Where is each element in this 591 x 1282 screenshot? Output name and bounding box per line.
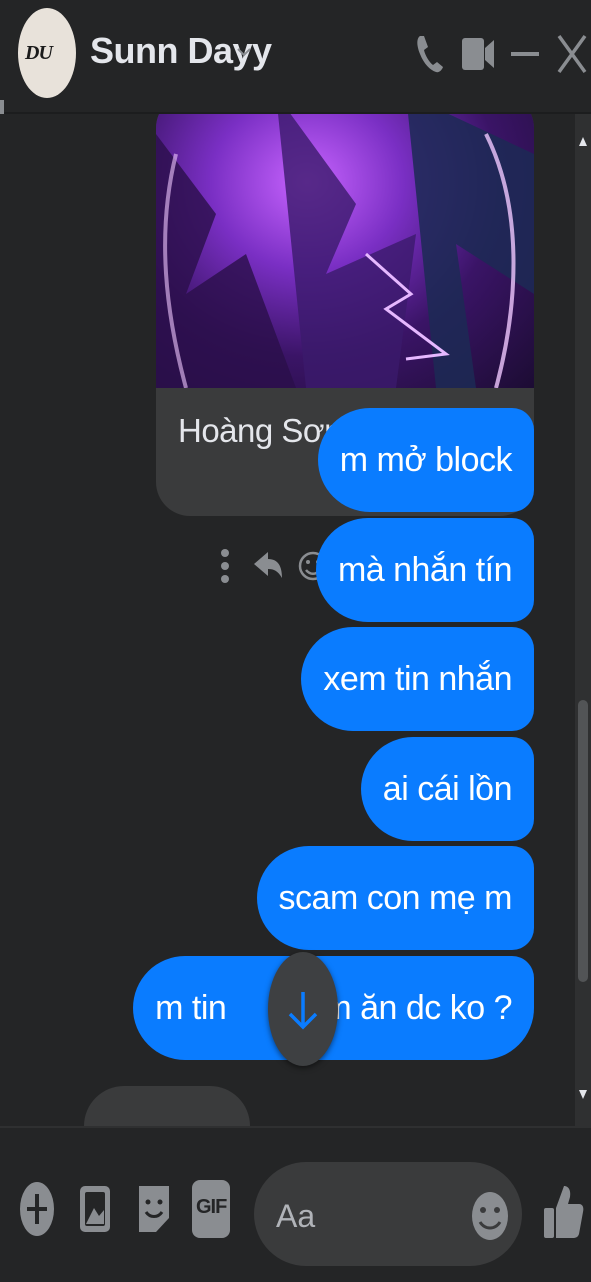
message-input[interactable]: Aa xyxy=(254,1162,522,1266)
message-input-placeholder: Aa xyxy=(276,1198,316,1234)
message-bubble[interactable]: mà nhắn tín xyxy=(315,518,534,622)
avatar[interactable]: DU xyxy=(18,8,76,98)
arrow-down-icon xyxy=(288,992,318,1030)
chevron-down-icon[interactable] xyxy=(236,44,252,60)
message-bubble[interactable]: xem tin nhắn xyxy=(301,627,534,731)
scroll-to-bottom-button[interactable] xyxy=(268,952,338,1066)
close-icon[interactable] xyxy=(556,32,588,76)
composer: GIF Aa xyxy=(0,1126,591,1282)
gif-button[interactable]: GIF xyxy=(192,1180,230,1238)
avatar-text: DU xyxy=(25,42,53,64)
message-bubble[interactable]: m mở block xyxy=(317,408,534,512)
emoji-icon[interactable] xyxy=(470,1190,510,1242)
message-bubble[interactable]: ai cái lồn xyxy=(360,737,534,841)
photo-icon[interactable] xyxy=(76,1180,114,1238)
shared-card-label: Hoàng Sơn xyxy=(178,412,342,449)
gif-label: GIF xyxy=(196,1196,227,1218)
phone-icon[interactable] xyxy=(414,32,446,76)
message-list[interactable]: Hoàng Sơn m mở block mà nhắn tín xem tin… xyxy=(0,114,575,1126)
more-options-icon[interactable] xyxy=(221,549,229,583)
chat-header: DU Sunn Dayy xyxy=(0,0,591,114)
reply-icon[interactable] xyxy=(254,552,282,578)
thumbs-up-icon[interactable] xyxy=(542,1182,584,1242)
received-message-bubble[interactable] xyxy=(84,1086,250,1126)
scroll-down-arrow-icon[interactable] xyxy=(578,1088,588,1100)
scrollbar[interactable] xyxy=(575,114,591,1126)
scrollbar-thumb[interactable] xyxy=(578,700,588,982)
add-icon[interactable] xyxy=(18,1180,56,1238)
message-actions xyxy=(216,544,332,594)
sticker-icon[interactable] xyxy=(134,1180,174,1238)
video-call-icon[interactable] xyxy=(460,32,496,76)
scroll-up-arrow-icon[interactable] xyxy=(578,136,588,148)
shared-card-image xyxy=(156,114,534,389)
minimize-icon[interactable] xyxy=(510,32,540,76)
message-bubble[interactable]: scam con mẹ m xyxy=(256,846,534,950)
